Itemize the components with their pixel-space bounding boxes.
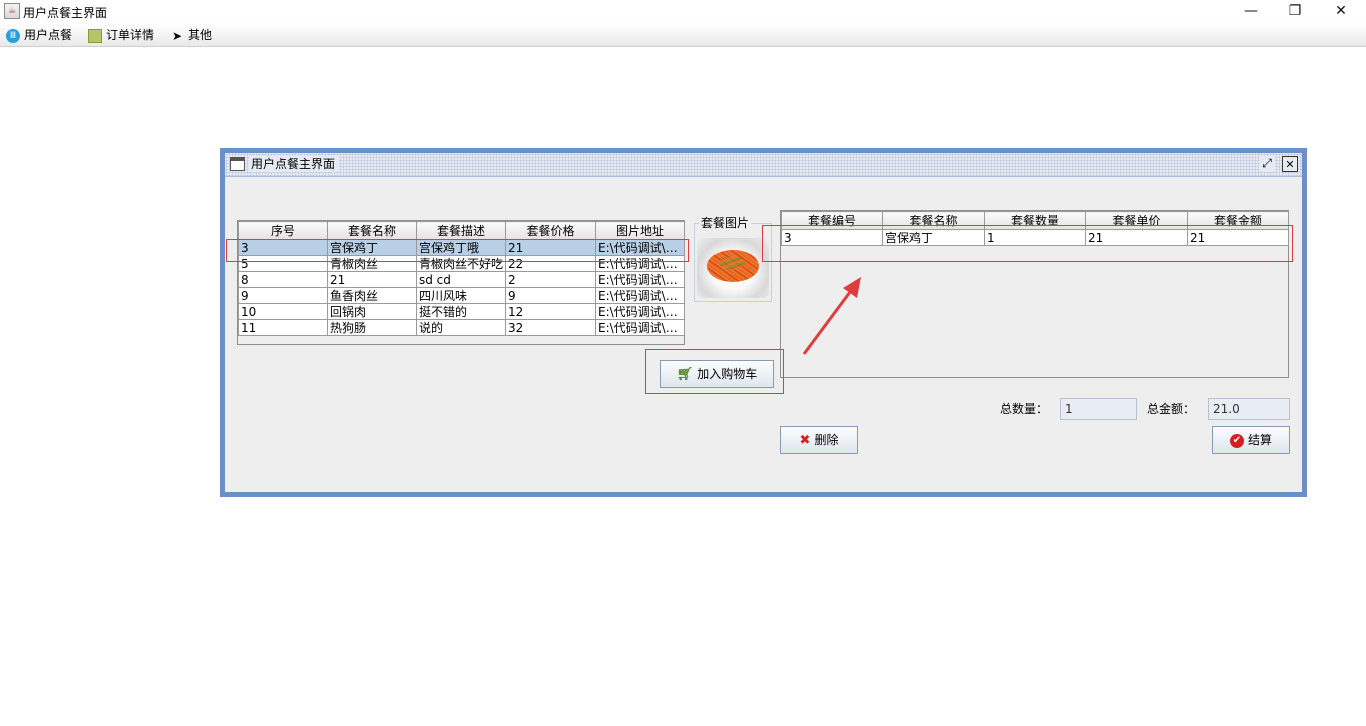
frame-restore-button[interactable]: ⤢ — [1259, 156, 1275, 172]
cursor-icon: ➤ — [171, 28, 183, 43]
internal-frame-titlebar[interactable]: 用户点餐主界面 ⤢ ✕ — [225, 153, 1302, 177]
internal-frame-title: 用户点餐主界面 — [249, 156, 340, 172]
table-cell[interactable]: 8 — [238, 271, 328, 288]
food-icon: Ⅲ — [6, 28, 20, 43]
table-cell[interactable]: 32 — [505, 319, 596, 336]
menu-other-label: 其他 — [188, 28, 213, 42]
annotation-selected-row-box — [226, 239, 689, 262]
annotation-add-cart-box — [645, 349, 784, 394]
total-quantity-label: 总数量： — [1000, 402, 1049, 416]
annotation-arrow-head — [843, 277, 861, 298]
internal-frame: 用户点餐主界面 ⤢ ✕ 序号 套餐名称 套餐描述 套餐价格 图片地址 3 宫保鸡丁 宫保鸡丁… — [220, 148, 1307, 497]
table-cell[interactable]: E:\代码调试\订... — [595, 319, 685, 336]
frame-icon — [230, 157, 245, 171]
window-title: 用户点餐主界面 — [23, 6, 108, 20]
annotation-arrow-shaft — [802, 287, 855, 355]
table-cell[interactable]: 12 — [505, 303, 596, 320]
minimize-button[interactable]: — — [1228, 0, 1274, 23]
table-cell[interactable]: 四川风味 — [416, 287, 506, 304]
x-icon: ✖ — [799, 432, 811, 448]
checkout-label: 结算 — [1247, 433, 1272, 447]
menu-table-header-3[interactable]: 套餐价格 — [505, 221, 596, 240]
table-row[interactable]: 10 回锅肉 挺不错的 12 E:\代码调试\订... — [238, 303, 685, 320]
table-cell[interactable]: 热狗肠 — [327, 319, 417, 336]
menu-other[interactable]: ➤ 其他 — [170, 26, 212, 44]
table-cell[interactable]: 9 — [238, 287, 328, 304]
meal-image — [697, 238, 769, 298]
menubar: Ⅲ 用户点餐 订单详情 ➤ 其他 — [0, 23, 1366, 47]
delete-button[interactable]: ✖ 删除 — [780, 426, 858, 454]
total-amount-label: 总金额： — [1147, 402, 1196, 416]
table-cell[interactable]: 说的 — [416, 319, 506, 336]
checkout-button[interactable]: ✔ 结算 — [1212, 426, 1290, 454]
table-cell[interactable]: E:\代码调试\订... — [595, 303, 685, 320]
delete-label: 删除 — [814, 433, 839, 447]
menu-table-header-0[interactable]: 序号 — [238, 221, 328, 240]
table-cell[interactable]: 2 — [505, 271, 596, 288]
menu-table-header-2[interactable]: 套餐描述 — [416, 221, 506, 240]
table-cell[interactable]: 9 — [505, 287, 596, 304]
total-quantity-field: 1 — [1060, 398, 1137, 420]
table-cell[interactable]: sd cd — [416, 271, 506, 288]
menu-order-food[interactable]: Ⅲ 用户点餐 — [6, 26, 72, 44]
table-row[interactable]: 9 鱼香肉丝 四川风味 9 E:\代码调试\订... — [238, 287, 685, 304]
annotation-cart-row-box — [762, 225, 1293, 262]
total-amount-field: 21.0 — [1208, 398, 1290, 420]
check-icon: ✔ — [1229, 433, 1244, 448]
menu-order-details-label: 订单详情 — [106, 28, 155, 42]
meal-image-caption: 套餐图片 — [699, 216, 752, 230]
menu-order-food-label: 用户点餐 — [24, 28, 73, 42]
close-button[interactable]: ✕ — [1318, 0, 1364, 23]
frame-close-button[interactable]: ✕ — [1282, 156, 1298, 172]
table-cell[interactable]: E:\代码调试\订... — [595, 271, 685, 288]
table-cell[interactable]: 21 — [327, 271, 417, 288]
table-cell[interactable]: 鱼香肉丝 — [327, 287, 417, 304]
restore-button[interactable]: ❐ — [1272, 0, 1318, 23]
annotation-arrow — [802, 277, 861, 355]
java-icon: ☕ — [4, 3, 20, 19]
table-row[interactable]: 11 热狗肠 说的 32 E:\代码调试\订... — [238, 319, 685, 336]
table-cell[interactable]: 挺不错的 — [416, 303, 506, 320]
table-row[interactable]: 8 21 sd cd 2 E:\代码调试\订... — [238, 271, 685, 288]
menu-table-header-1[interactable]: 套餐名称 — [327, 221, 417, 240]
table-cell[interactable]: E:\代码调试\订... — [595, 287, 685, 304]
menu-order-details[interactable]: 订单详情 — [88, 26, 154, 44]
calculator-icon — [88, 28, 102, 43]
menu-table-header-4[interactable]: 图片地址 — [595, 221, 685, 240]
table-cell[interactable]: 回锅肉 — [327, 303, 417, 320]
table-cell[interactable]: 10 — [238, 303, 328, 320]
table-cell[interactable]: 11 — [238, 319, 328, 336]
meal-image-panel: 套餐图片 — [694, 216, 772, 302]
window-titlebar: ☕ 用户点餐主界面 — ❐ ✕ — [0, 0, 1366, 23]
